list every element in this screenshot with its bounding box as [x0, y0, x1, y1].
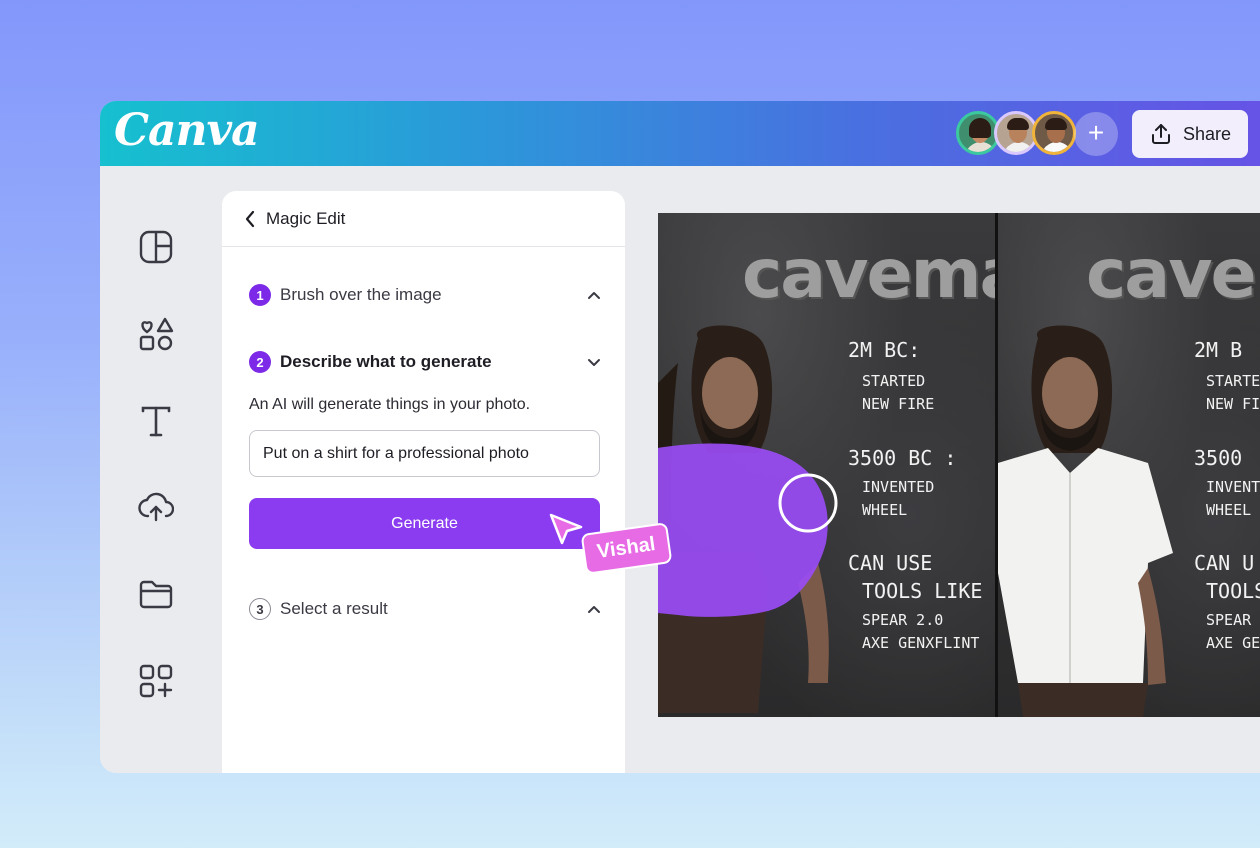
left-sidebar — [100, 166, 220, 773]
fact-1-line-1: STARTED — [862, 372, 926, 390]
projects-folder-icon[interactable] — [138, 576, 174, 612]
plus-icon: + — [1087, 117, 1105, 148]
top-bar: Canva + Share — [100, 101, 1260, 166]
result-fact-2-head: 3500 — [1194, 446, 1243, 470]
fact-3-line-1: TOOLS LIKE — [862, 579, 983, 603]
canva-app-window: Canva + Share Magic Edit 1 Brush over th… — [100, 101, 1260, 773]
chevron-up-icon[interactable] — [587, 602, 601, 616]
result-fact-2-line-2: WHEEL — [1206, 501, 1252, 519]
result-fact-3-line-3: AXE GE — [1206, 634, 1260, 652]
design-canvas[interactable]: caveman 2M BC: STARTED NEW FIRE 3500 BC … — [658, 213, 1260, 717]
share-upload-icon — [1151, 124, 1170, 144]
step-label: Select a result — [280, 599, 388, 618]
brush-cursor-circle-icon — [778, 473, 838, 533]
design-title-right: caveme — [1086, 235, 1260, 314]
magic-edit-panel: Magic Edit 1 Brush over the image 2 Desc… — [222, 191, 625, 773]
fact-2-line-2: WHEEL — [862, 501, 908, 519]
design-icon[interactable] — [138, 229, 174, 265]
design-page-original[interactable]: caveman 2M BC: STARTED NEW FIRE 3500 BC … — [658, 213, 995, 717]
step-number: 2 — [249, 351, 271, 373]
step-description: An AI will generate things in your photo… — [249, 396, 531, 413]
design-title: caveman — [742, 235, 995, 314]
chevron-down-icon[interactable] — [587, 355, 601, 369]
fact-1-line-2: NEW FIRE — [862, 395, 935, 413]
step-3-header[interactable]: 3 Select a result — [249, 598, 388, 620]
share-button[interactable]: Share — [1132, 110, 1248, 158]
canva-logo[interactable]: Canva — [114, 105, 260, 156]
fact-2-line-1: INVENTED — [862, 478, 935, 496]
result-fact-1-head: 2M B — [1194, 338, 1243, 362]
result-fact-1-line-1: STARTE — [1206, 372, 1260, 390]
step-2-header[interactable]: 2 Describe what to generate — [249, 351, 492, 373]
design-page-result[interactable]: caveme 2M B STARTE NEW FI 3500 INVENTE W… — [998, 213, 1260, 717]
result-fact-3-head: CAN U — [1194, 551, 1255, 575]
fact-3-head: CAN USE — [848, 551, 933, 575]
back-chevron-icon[interactable] — [244, 210, 256, 228]
result-fact-3-line-1: TOOLS — [1206, 579, 1260, 603]
fact-3-line-3: AXE GENXFLINT — [862, 634, 980, 652]
fact-1-head: 2M BC: — [848, 338, 921, 362]
step-label: Describe what to generate — [280, 352, 492, 371]
panel-header: Magic Edit — [222, 191, 625, 247]
result-fact-3-line-2: SPEAR — [1206, 611, 1252, 629]
prompt-input[interactable] — [249, 430, 600, 477]
collaborator-cursor-icon — [549, 513, 583, 545]
panel-title: Magic Edit — [266, 208, 346, 228]
result-fact-2-line-1: INVENTE — [1206, 478, 1260, 496]
step-number: 1 — [249, 284, 271, 306]
result-fact-1-line-2: NEW FI — [1206, 395, 1260, 413]
step-number: 3 — [249, 598, 271, 620]
share-label: Share — [1182, 123, 1232, 144]
caveman-with-shirt-figure[interactable] — [998, 323, 1198, 717]
fact-3-line-2: SPEAR 2.0 — [862, 611, 944, 629]
text-icon[interactable] — [138, 403, 174, 439]
collaborator-avatar-3[interactable] — [1032, 111, 1076, 155]
add-collaborator-button[interactable]: + — [1074, 112, 1118, 156]
step-1-header[interactable]: 1 Brush over the image — [249, 284, 442, 306]
uploads-cloud-icon[interactable] — [138, 488, 174, 524]
chevron-up-icon[interactable] — [587, 288, 601, 302]
elements-icon[interactable] — [138, 316, 174, 352]
apps-icon[interactable] — [138, 663, 174, 699]
step-label: Brush over the image — [280, 285, 442, 304]
fact-2-head: 3500 BC : — [848, 446, 957, 470]
